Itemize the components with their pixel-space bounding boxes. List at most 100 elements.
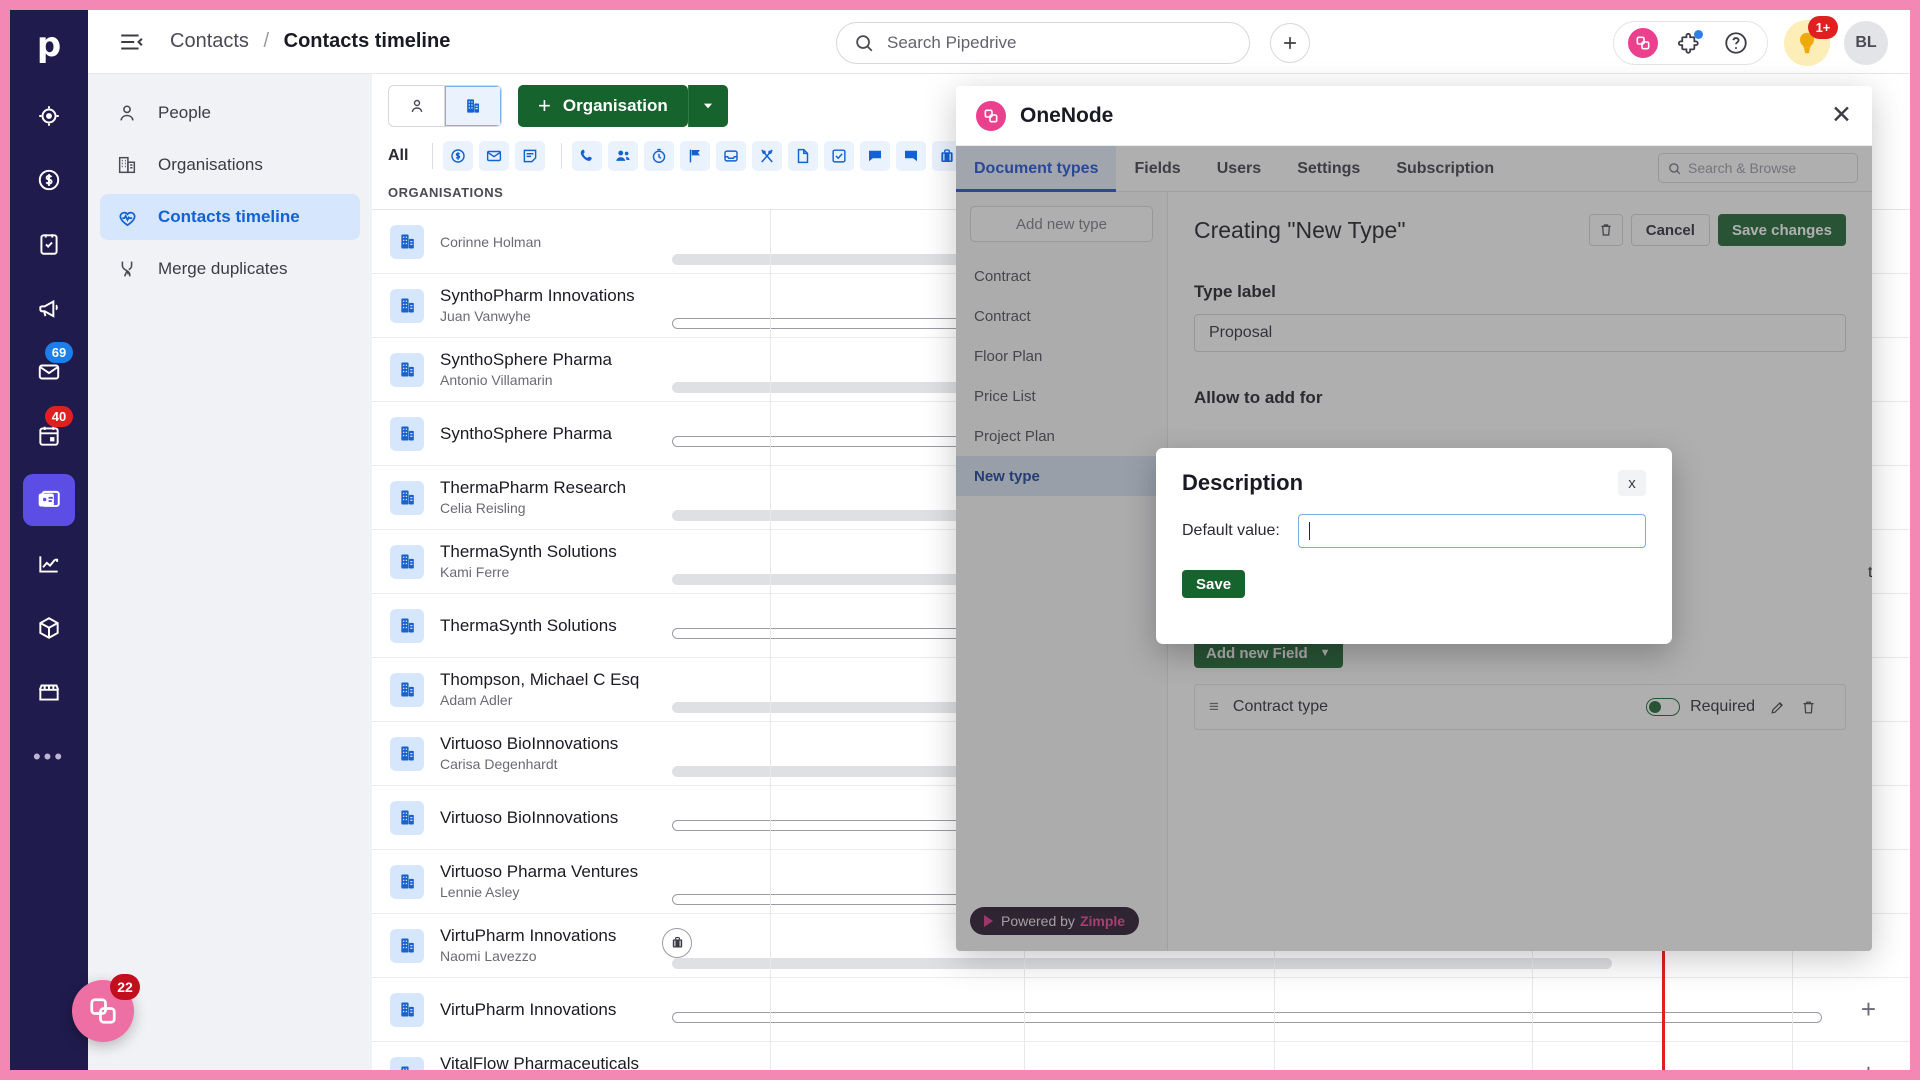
timeline-bar[interactable] — [672, 957, 1612, 969]
delete-type-button[interactable] — [1588, 214, 1623, 246]
type-item-new-type[interactable]: New type — [956, 456, 1167, 496]
filter-all-label[interactable]: All — [388, 147, 408, 165]
tab-document-types[interactable]: Document types — [956, 145, 1117, 192]
filter-call-icon[interactable] — [572, 141, 603, 171]
sidebar-item-people[interactable]: People — [100, 90, 360, 136]
onenode-search-browse[interactable]: Search & Browse — [1658, 153, 1858, 183]
person-name[interactable]: Naomi Lavezzo — [440, 947, 670, 966]
filter-note-icon[interactable] — [515, 141, 546, 171]
organisation-name[interactable]: VirtuPharm Innovations — [440, 925, 670, 946]
organisation-name[interactable]: Virtuoso BioInnovations — [440, 733, 670, 754]
organisation-name[interactable]: VirtuPharm Innovations — [440, 999, 670, 1020]
filter-lunch-icon[interactable] — [752, 141, 783, 171]
close-icon[interactable]: ✕ — [1831, 103, 1852, 128]
quick-add-button[interactable] — [1270, 23, 1310, 63]
rail-item-leads[interactable] — [23, 90, 75, 142]
rail-item-marketplace[interactable] — [23, 666, 75, 718]
filter-deal-icon[interactable] — [443, 141, 474, 171]
sidebar-item-organisations[interactable]: Organisations — [100, 142, 360, 188]
type-item-floor-plan[interactable]: Floor Plan — [956, 336, 1167, 376]
required-toggle[interactable] — [1646, 698, 1681, 716]
person-name[interactable]: Juan Vanwyhe — [440, 307, 670, 326]
onenode-launcher-button[interactable]: 22 — [72, 974, 140, 1042]
filter-document-icon[interactable] — [788, 141, 819, 171]
rail-item-activities[interactable] — [23, 218, 75, 270]
type-item-contract-1[interactable]: Contract — [956, 256, 1167, 296]
default-value-input[interactable] — [1298, 514, 1646, 548]
view-toggle-organisation[interactable] — [445, 86, 501, 126]
filter-task-icon[interactable] — [824, 141, 855, 171]
extensions-button[interactable] — [1676, 29, 1703, 56]
view-toggle-person[interactable] — [389, 86, 445, 126]
activity-chip[interactable] — [662, 927, 692, 958]
help-button[interactable] — [1723, 30, 1749, 56]
filter-inbox-icon[interactable] — [716, 141, 747, 171]
edit-field-button[interactable] — [1769, 699, 1786, 716]
filter-milestone-icon[interactable] — [680, 141, 711, 171]
add-organisation-button[interactable]: + Organisation — [518, 85, 688, 127]
organisation-name[interactable]: SynthoSphere Pharma — [440, 423, 670, 444]
filter-comment-out-icon[interactable] — [896, 141, 927, 171]
filter-comment-in-icon[interactable] — [860, 141, 891, 171]
type-item-project-plan[interactable]: Project Plan — [956, 416, 1167, 456]
person-name[interactable]: Adam Adler — [440, 691, 670, 710]
filter-email-icon[interactable] — [479, 141, 510, 171]
person-name[interactable]: Lennie Asley — [440, 883, 670, 902]
save-changes-button[interactable]: Save changes — [1717, 214, 1846, 246]
add-activity-button[interactable]: + — [1861, 996, 1876, 1022]
organisation-name[interactable]: SynthoPharm Innovations — [440, 285, 670, 306]
delete-field-button[interactable] — [1800, 699, 1817, 716]
table-row[interactable]: VitalFlow PharmaceuticalsBettina Kham + — [372, 1042, 1910, 1070]
person-name[interactable]: Corinne Holman — [440, 233, 670, 252]
add-activity-button[interactable]: + — [1861, 1060, 1876, 1071]
organisation-name[interactable]: ThermaSynth Solutions — [440, 541, 670, 562]
rail-item-calendar[interactable]: 40 — [23, 406, 75, 462]
whats-new-button[interactable]: 1+ — [1784, 16, 1838, 66]
rail-item-insights[interactable] — [23, 538, 75, 590]
field-row-actions: Required — [1646, 698, 1831, 716]
add-new-type-button[interactable]: Add new type — [970, 206, 1153, 242]
add-organisation-dropdown[interactable] — [687, 85, 728, 127]
rail-item-products[interactable] — [23, 602, 75, 654]
person-name[interactable]: Celia Reisling — [440, 499, 670, 518]
tab-settings[interactable]: Settings — [1279, 146, 1378, 192]
rail-item-mail[interactable]: 69 — [23, 342, 75, 398]
organisation-name[interactable]: VitalFlow Pharmaceuticals — [440, 1053, 670, 1070]
organisation-name[interactable]: ThermaPharm Research — [440, 477, 670, 498]
rail-more-button[interactable]: ••• — [33, 744, 65, 770]
organisation-name[interactable]: Virtuoso BioInnovations — [440, 807, 670, 828]
organisation-name[interactable]: ThermaSynth Solutions — [440, 615, 670, 636]
timeline-bar[interactable] — [672, 1011, 1822, 1023]
sidebar-item-contacts-timeline[interactable]: Contacts timeline — [100, 194, 360, 240]
rail-item-campaigns[interactable] — [23, 282, 75, 334]
person-name[interactable]: Antonio Villamarin — [440, 371, 670, 390]
onenode-app-button[interactable] — [1628, 28, 1658, 58]
tab-users[interactable]: Users — [1199, 146, 1279, 192]
global-search[interactable] — [836, 22, 1250, 64]
powered-by-zimple-badge[interactable]: Powered by Zimple — [970, 907, 1140, 935]
save-button[interactable]: Save — [1182, 570, 1246, 598]
tab-fields[interactable]: Fields — [1116, 146, 1198, 192]
table-row[interactable]: VirtuPharm Innovations + — [372, 978, 1910, 1042]
type-label-input[interactable]: Proposal — [1194, 314, 1846, 352]
person-name[interactable]: Carisa Degenhardt — [440, 755, 670, 774]
sidebar-item-merge-duplicates[interactable]: Merge duplicates — [100, 246, 360, 292]
filter-deadline-icon[interactable] — [644, 141, 675, 171]
type-item-contract-2[interactable]: Contract — [956, 296, 1167, 336]
collapse-menu-button[interactable] — [118, 29, 144, 55]
search-input[interactable] — [887, 33, 1233, 53]
filter-meeting-icon[interactable] — [608, 141, 639, 171]
rail-item-contacts[interactable] — [23, 474, 75, 526]
organisation-name[interactable]: Virtuoso Pharma Ventures — [440, 861, 670, 882]
organisation-name[interactable]: Thompson, Michael C Esq — [440, 669, 670, 690]
type-item-price-list[interactable]: Price List — [956, 376, 1167, 416]
cancel-button[interactable]: Cancel — [1630, 214, 1710, 246]
rail-item-deals[interactable] — [23, 154, 75, 206]
organisation-name[interactable]: SynthoSphere Pharma — [440, 349, 670, 370]
person-name[interactable]: Kami Ferre — [440, 563, 670, 582]
drag-handle-icon[interactable]: ≡ — [1209, 697, 1219, 717]
close-icon[interactable]: x — [1618, 470, 1646, 496]
tab-subscription[interactable]: Subscription — [1378, 146, 1512, 192]
user-avatar[interactable]: BL — [1844, 21, 1888, 65]
breadcrumb-parent[interactable]: Contacts — [170, 30, 249, 52]
